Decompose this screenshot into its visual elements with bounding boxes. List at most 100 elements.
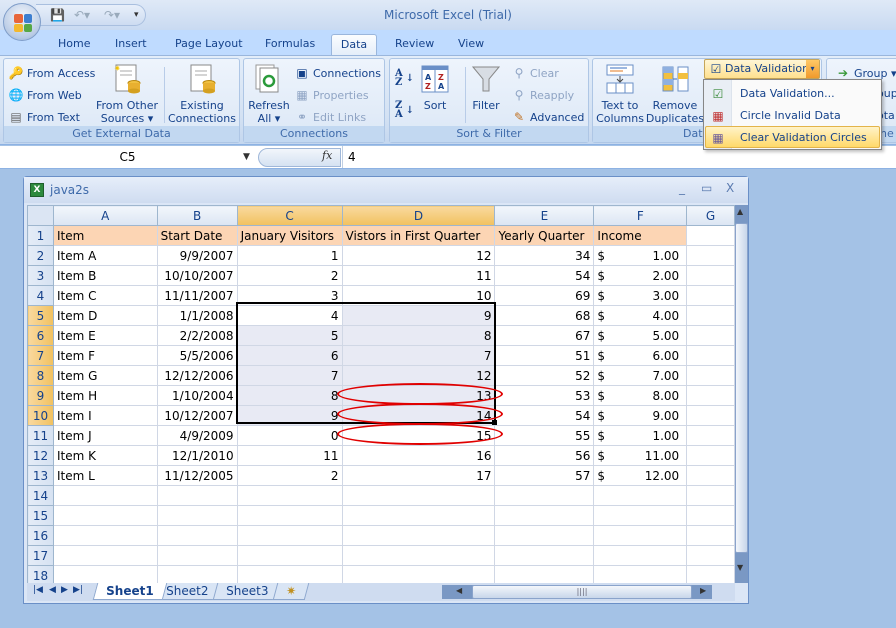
chevron-down-icon[interactable]: ▾ xyxy=(806,60,819,78)
cell-b8[interactable]: 12/12/2006 xyxy=(156,365,238,386)
cell-c1[interactable]: January Visitors xyxy=(236,225,343,246)
column-header-b[interactable]: B xyxy=(156,205,238,226)
row-header[interactable]: 4 xyxy=(27,285,54,306)
cell-e3[interactable]: 54 xyxy=(494,265,595,286)
cell-f7[interactable]: $6.00 xyxy=(593,345,688,366)
cell-c6[interactable]: 5 xyxy=(236,325,343,346)
clear-filter-button[interactable]: ⚲ Clear xyxy=(511,65,559,81)
cell-d13[interactable]: 17 xyxy=(341,465,496,486)
cell-a16[interactable] xyxy=(52,525,158,546)
sort-a-z-button[interactable]: A Z ↓ xyxy=(395,69,414,88)
horizontal-scroll-thumb[interactable]: |||| xyxy=(472,585,692,599)
cell-e13[interactable]: 57 xyxy=(494,465,595,486)
row-header[interactable]: 18 xyxy=(27,565,54,583)
cell-b12[interactable]: 12/1/2010 xyxy=(156,445,238,466)
cell-a10[interactable]: Item I xyxy=(52,405,158,426)
cell-g12[interactable] xyxy=(686,445,735,466)
cell-f3[interactable]: $2.00 xyxy=(593,265,688,286)
sort-z-a-button[interactable]: Z A ↓ xyxy=(395,101,414,120)
customize-qat-icon[interactable]: ▾ xyxy=(134,10,139,20)
row-header[interactable]: 2 xyxy=(27,245,54,266)
column-header-f[interactable]: F xyxy=(593,205,688,226)
cell-c4[interactable]: 3 xyxy=(236,285,343,306)
cell-d11[interactable]: 15 xyxy=(341,425,496,446)
cell-b4[interactable]: 11/11/2007 xyxy=(156,285,238,306)
data-validation-button[interactable]: ☑ Data Validation ▾ xyxy=(704,59,820,79)
horizontal-scrollbar[interactable]: ◀ |||| ▶ xyxy=(442,585,712,599)
cell-g6[interactable] xyxy=(686,325,735,346)
last-sheet-icon[interactable]: ▶| xyxy=(73,585,83,595)
remove-duplicates-button[interactable]: Remove Duplicates xyxy=(645,63,705,125)
tab-home[interactable]: Home xyxy=(50,34,98,56)
cell-b17[interactable] xyxy=(156,545,238,566)
row-header[interactable]: 10 xyxy=(27,405,54,426)
cell-g3[interactable] xyxy=(686,265,735,286)
cell-a1[interactable]: Item xyxy=(52,225,158,246)
scroll-up-icon[interactable]: ▲ xyxy=(737,207,743,216)
edit-links-button[interactable]: ⚭ Edit Links xyxy=(294,109,366,125)
cell-d10[interactable]: 14 xyxy=(341,405,496,426)
cell-d14[interactable] xyxy=(341,485,496,506)
cell-d15[interactable] xyxy=(341,505,496,526)
cell-g5[interactable] xyxy=(686,305,735,326)
cell-b15[interactable] xyxy=(156,505,238,526)
cell-b5[interactable]: 1/1/2008 xyxy=(156,305,238,326)
cell-e2[interactable]: 34 xyxy=(494,245,595,266)
cell-a18[interactable] xyxy=(52,565,158,583)
cell-f13[interactable]: $12.00 xyxy=(593,465,688,486)
row-header[interactable]: 1 xyxy=(27,225,54,246)
cell-a12[interactable]: Item K xyxy=(52,445,158,466)
redo-icon[interactable]: ↷▾ xyxy=(104,8,120,22)
cell-f11[interactable]: $1.00 xyxy=(593,425,688,446)
cell-g14[interactable] xyxy=(686,485,735,506)
cell-b7[interactable]: 5/5/2006 xyxy=(156,345,238,366)
row-header[interactable]: 17 xyxy=(27,545,54,566)
cell-e16[interactable] xyxy=(494,525,595,546)
fill-handle[interactable] xyxy=(492,420,497,425)
cell-g11[interactable] xyxy=(686,425,735,446)
cell-a7[interactable]: Item F xyxy=(52,345,158,366)
cell-d3[interactable]: 11 xyxy=(341,265,496,286)
scroll-right-icon[interactable]: ▶ xyxy=(700,586,706,595)
cell-d9[interactable]: 13 xyxy=(341,385,496,406)
cell-f9[interactable]: $8.00 xyxy=(593,385,688,406)
cell-f15[interactable] xyxy=(593,505,688,526)
cell-c8[interactable]: 7 xyxy=(236,365,343,386)
prev-sheet-icon[interactable]: ◀ xyxy=(49,585,56,595)
sort-button[interactable]: AZZA Sort xyxy=(420,65,450,112)
tab-page-layout[interactable]: Page Layout xyxy=(167,34,251,56)
row-header[interactable]: 8 xyxy=(27,365,54,386)
cell-c17[interactable] xyxy=(236,545,343,566)
cell-c3[interactable]: 2 xyxy=(236,265,343,286)
from-text-button[interactable]: ▤ From Text xyxy=(8,109,80,125)
cell-c18[interactable] xyxy=(236,565,343,583)
column-header-c[interactable]: C xyxy=(236,205,343,226)
cell-g9[interactable] xyxy=(686,385,735,406)
column-header-e[interactable]: E xyxy=(494,205,595,226)
cell-b10[interactable]: 10/12/2007 xyxy=(156,405,238,426)
cell-a9[interactable]: Item H xyxy=(52,385,158,406)
sheet-tab-sheet3[interactable]: Sheet3 xyxy=(212,583,282,600)
cell-f14[interactable] xyxy=(593,485,688,506)
cell-b1[interactable]: Start Date xyxy=(156,225,238,246)
cell-e1[interactable]: Yearly Quarter xyxy=(494,225,595,246)
cell-f2[interactable]: $1.00 xyxy=(593,245,688,266)
refresh-all-button[interactable]: Refresh All ▾ xyxy=(246,63,292,125)
cell-c16[interactable] xyxy=(236,525,343,546)
cell-f12[interactable]: $11.00 xyxy=(593,445,688,466)
cell-c9[interactable]: 8 xyxy=(236,385,343,406)
name-box-dropdown-icon[interactable]: ▼ xyxy=(243,146,250,168)
from-other-sources-button[interactable]: ✷ From Other Sources ▾ xyxy=(92,63,162,125)
cell-a5[interactable]: Item D xyxy=(52,305,158,326)
cell-e4[interactable]: 69 xyxy=(494,285,595,306)
cell-a3[interactable]: Item B xyxy=(52,265,158,286)
tab-formulas[interactable]: Formulas xyxy=(257,34,323,56)
close-button[interactable]: X xyxy=(726,181,734,195)
cell-b9[interactable]: 1/10/2004 xyxy=(156,385,238,406)
tab-review[interactable]: Review xyxy=(387,34,442,56)
cell-a14[interactable] xyxy=(52,485,158,506)
cell-b6[interactable]: 2/2/2008 xyxy=(156,325,238,346)
cell-f18[interactable] xyxy=(593,565,688,583)
menu-item-data-validation[interactable]: ☑ Data Validation... xyxy=(705,82,880,104)
cell-e7[interactable]: 51 xyxy=(494,345,595,366)
